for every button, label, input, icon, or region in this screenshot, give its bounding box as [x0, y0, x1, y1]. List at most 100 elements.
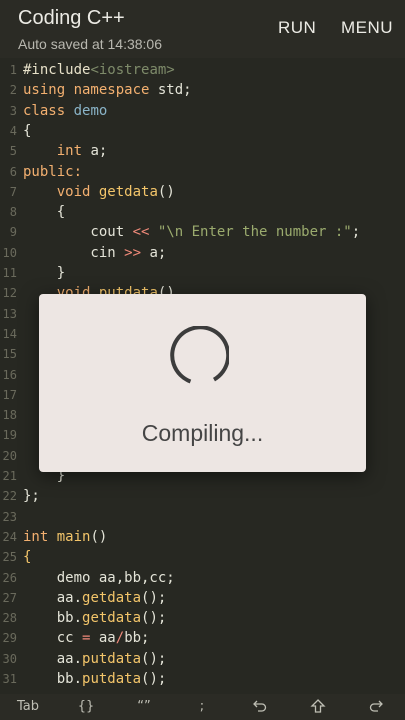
code-token: putdata	[82, 671, 142, 687]
code-line[interactable]: 3 class demo	[0, 101, 405, 121]
code-token: a;	[141, 244, 167, 261]
code-line[interactable]: 10 cin >> a;	[0, 243, 405, 263]
code-token: ();	[141, 610, 167, 627]
line-number: 13	[2, 306, 17, 321]
code-token: cout	[23, 224, 133, 241]
code-text: class demo	[23, 101, 107, 121]
code-token: int	[56, 143, 83, 160]
undo-button[interactable]	[240, 698, 280, 714]
code-token: getdata	[98, 183, 158, 200]
code-token: ();	[141, 671, 167, 687]
code-token: };	[23, 488, 40, 505]
code-line[interactable]: 29 cc = aa/bb;	[0, 628, 405, 648]
line-number: 26	[2, 570, 17, 585]
code-line[interactable]: 23	[0, 507, 405, 527]
code-token: void	[56, 183, 91, 200]
code-token: demo	[73, 102, 108, 119]
code-token: ;	[351, 224, 361, 241]
line-number: 25	[2, 550, 17, 565]
code-text: cin >> a;	[23, 243, 166, 263]
line-number: 5	[9, 144, 17, 159]
line-number: 16	[2, 367, 17, 382]
compiling-dialog: Compiling...	[39, 294, 366, 472]
line-number: 23	[2, 509, 17, 524]
code-token: int	[23, 528, 49, 545]
code-line[interactable]: 2 using namespace std;	[0, 80, 405, 100]
shift-up-arrow-icon	[310, 699, 326, 713]
line-number: 10	[2, 245, 17, 260]
code-token: cin	[23, 244, 125, 261]
code-text: demo aa,bb,cc;	[23, 568, 175, 588]
tab-key-button[interactable]: Tab	[8, 698, 48, 716]
code-text: public:	[23, 162, 82, 182]
code-line[interactable]: 5 int a;	[0, 141, 405, 161]
code-text: #include<iostream>	[23, 60, 175, 80]
redo-button[interactable]	[356, 698, 396, 714]
code-token: putdata	[82, 650, 142, 667]
editor-toolbar: Tab {} “” ;	[0, 694, 405, 720]
code-line[interactable]: 28 bb.getdata();	[0, 608, 405, 628]
code-token: bb;	[124, 630, 150, 647]
semicolon-key-button[interactable]: ;	[182, 698, 222, 716]
code-text: int a;	[23, 141, 108, 161]
menu-button[interactable]: MENU	[341, 18, 393, 38]
line-number: 8	[9, 205, 17, 220]
code-text: cc = aa/bb;	[23, 628, 150, 648]
code-line[interactable]: 25 {	[0, 547, 405, 567]
code-text: {	[23, 547, 31, 567]
code-line[interactable]: 11 }	[0, 263, 405, 283]
code-line[interactable]: 9 cout << "\n Enter the number :";	[0, 222, 405, 242]
code-token: ()	[90, 528, 108, 545]
code-token: }	[23, 265, 66, 281]
line-number: 30	[2, 651, 17, 666]
code-text: void getdata()	[23, 182, 175, 202]
code-token: cc	[23, 630, 83, 647]
code-token: "\n Enter the number :"	[157, 224, 352, 241]
line-number: 12	[2, 286, 17, 301]
app-bar: Coding C++ Auto saved at 14:38:06 RUN ME…	[0, 0, 405, 58]
compiling-message: Compiling...	[141, 420, 264, 446]
braces-key-button[interactable]: {}	[66, 698, 106, 716]
line-number: 14	[2, 326, 17, 341]
line-number: 24	[2, 529, 17, 544]
code-line[interactable]: 24 int main()	[0, 527, 405, 547]
code-token: a;	[82, 143, 108, 160]
code-token: demo aa,bb,cc;	[23, 569, 175, 586]
code-token: ();	[141, 650, 167, 667]
line-number: 28	[2, 611, 17, 626]
code-token: using namespace	[23, 82, 150, 99]
code-line[interactable]: 1 #include<iostream>	[0, 60, 405, 80]
code-token: #include	[23, 62, 91, 78]
code-token: bb.	[23, 671, 83, 687]
code-line[interactable]: 31 bb.putdata();	[0, 669, 405, 689]
code-line[interactable]: 6 public:	[0, 162, 405, 182]
code-token: getdata	[82, 610, 142, 627]
line-number: 1	[9, 63, 17, 77]
autosave-status: Auto saved at 14:38:06	[18, 36, 162, 52]
run-button[interactable]: RUN	[278, 18, 316, 38]
code-token: aa.	[23, 589, 83, 606]
code-text: bb.getdata();	[23, 608, 167, 628]
shift-button[interactable]	[298, 698, 338, 714]
code-token: <<	[132, 224, 150, 241]
code-line[interactable]: 27 aa.getdata();	[0, 588, 405, 608]
code-line[interactable]: 26 demo aa,bb,cc;	[0, 568, 405, 588]
code-line[interactable]: 8 {	[0, 202, 405, 222]
code-line[interactable]: 4{	[0, 121, 405, 141]
code-line[interactable]: 7 void getdata()	[0, 182, 405, 202]
code-token: ();	[141, 589, 167, 606]
code-token: ()	[157, 183, 175, 200]
quotes-key-button[interactable]: “”	[124, 698, 164, 716]
code-line[interactable]: 22};	[0, 486, 405, 506]
code-token: public:	[23, 163, 83, 180]
code-text: cout << "\n Enter the number :";	[23, 222, 360, 242]
code-text: {	[23, 202, 65, 222]
code-line[interactable]: 30 aa.putdata();	[0, 649, 405, 669]
code-text: bb.putdata();	[23, 669, 167, 689]
code-token: {	[23, 204, 66, 221]
code-text: aa.getdata();	[23, 588, 167, 608]
